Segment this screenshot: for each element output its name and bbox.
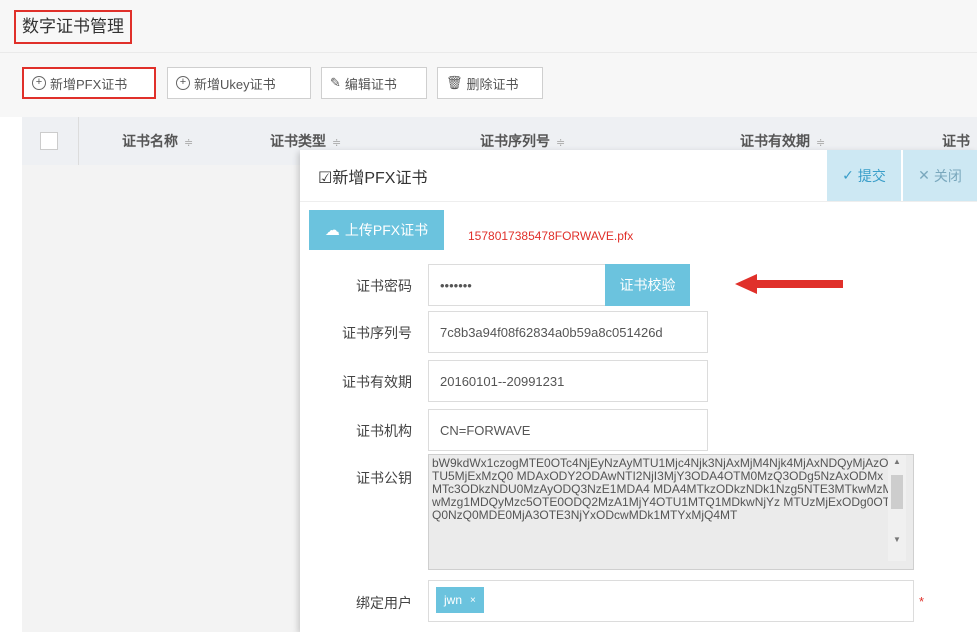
upload-label: 上传PFX证书 bbox=[344, 222, 429, 238]
red-arrow-annotation bbox=[735, 274, 843, 294]
column-header-label: 证书名称 bbox=[122, 133, 178, 149]
sort-icon: ≑ bbox=[184, 137, 194, 149]
upload-pfx-button[interactable]: ☁ 上传PFX证书 bbox=[309, 210, 444, 250]
uploaded-filename: 1578017385478FORWAVE.pfx bbox=[468, 229, 634, 243]
plus-circle-icon: + bbox=[176, 76, 190, 90]
public-key-label: 证书公钥 bbox=[356, 470, 412, 486]
verify-button[interactable]: 证书校验 bbox=[605, 264, 690, 306]
add-pfx-dialog: ☑新增PFX证书 ✓ 提交 ✕ 关闭 ☁ 上传PFX证书 15780173854… bbox=[300, 150, 977, 632]
validity-input[interactable]: 20160101--20991231 bbox=[428, 360, 708, 402]
column-header-label: 证书序列号 bbox=[480, 133, 550, 149]
table-body bbox=[22, 165, 300, 632]
public-key-scrollbar[interactable]: ▲ ▼ bbox=[888, 455, 906, 561]
column-divider bbox=[78, 117, 79, 165]
validity-label: 证书有效期 bbox=[342, 374, 412, 390]
scroll-up-arrow-icon[interactable]: ▲ bbox=[888, 455, 906, 469]
remove-tag-icon[interactable]: × bbox=[470, 595, 476, 606]
dialog-title-text: 新增PFX证书 bbox=[332, 170, 428, 187]
submit-button[interactable]: ✓ 提交 bbox=[827, 150, 901, 201]
sort-icon: ≑ bbox=[332, 137, 342, 149]
edit-button[interactable]: ✎ 编辑证书 bbox=[321, 67, 427, 99]
toolbar: + 新增PFX证书 + 新增Ukey证书 ✎ 编辑证书 🗑 删除证书 bbox=[0, 53, 977, 117]
title-bar: 数字证书管理 bbox=[0, 0, 977, 53]
check-icon: ✓ bbox=[842, 167, 854, 183]
pencil-icon: ✎ bbox=[330, 75, 341, 90]
column-header-label: 证书有效期 bbox=[740, 133, 810, 149]
serial-label: 证书序列号 bbox=[342, 325, 412, 341]
scroll-down-arrow-icon[interactable]: ▼ bbox=[888, 533, 906, 547]
close-icon: ✕ bbox=[918, 167, 930, 183]
close-button[interactable]: ✕ 关闭 bbox=[903, 150, 977, 201]
page-title: 数字证书管理 bbox=[14, 10, 132, 44]
password-label: 证书密码 bbox=[356, 278, 412, 294]
select-all-checkbox[interactable] bbox=[40, 132, 58, 150]
close-label: 关闭 bbox=[933, 167, 962, 184]
cloud-upload-icon: ☁ bbox=[324, 222, 340, 239]
serial-input[interactable]: 7c8b3a94f08f62834a0b59a8c051426d bbox=[428, 311, 708, 353]
sort-icon: ≑ bbox=[816, 137, 826, 149]
user-tag[interactable]: jwn × bbox=[436, 587, 484, 613]
user-tag-label: jwn bbox=[444, 593, 463, 607]
delete-label: 删除证书 bbox=[466, 76, 519, 92]
password-input[interactable]: ••••••• bbox=[428, 264, 606, 306]
column-header-name[interactable]: 证书名称 ≑ bbox=[122, 117, 193, 165]
trash-icon: 🗑 bbox=[446, 75, 463, 90]
delete-button[interactable]: 🗑 删除证书 bbox=[437, 67, 543, 99]
add-pfx-label: 新增PFX证书 bbox=[50, 76, 128, 92]
issuer-input[interactable]: CN=FORWAVE bbox=[428, 409, 708, 451]
column-header-label: 证书类型 bbox=[270, 133, 326, 149]
dialog-header: ☑新增PFX证书 ✓ 提交 ✕ 关闭 bbox=[300, 150, 977, 202]
scrollbar-thumb[interactable] bbox=[891, 475, 903, 509]
add-ukey-label: 新增Ukey证书 bbox=[194, 76, 276, 92]
add-pfx-button[interactable]: + 新增PFX证书 bbox=[22, 67, 156, 99]
required-marker: * bbox=[919, 594, 925, 609]
bind-user-input[interactable] bbox=[428, 580, 914, 622]
bind-user-label: 绑定用户 bbox=[356, 595, 412, 611]
issuer-label: 证书机构 bbox=[356, 423, 412, 439]
column-header-label: 证书 bbox=[942, 133, 970, 149]
add-ukey-button[interactable]: + 新增Ukey证书 bbox=[167, 67, 311, 99]
dialog-title: ☑新增PFX证书 bbox=[318, 164, 427, 188]
sort-icon: ≑ bbox=[556, 137, 566, 149]
edit-square-icon: ☑ bbox=[318, 170, 333, 187]
submit-label: 提交 bbox=[857, 167, 886, 184]
public-key-textarea[interactable]: bW9kdWx1czogMTE0OTc4NjEyNzAyMTU1Mjc4Njk3… bbox=[428, 454, 914, 570]
plus-circle-icon: + bbox=[32, 76, 46, 90]
edit-label: 编辑证书 bbox=[344, 76, 397, 92]
